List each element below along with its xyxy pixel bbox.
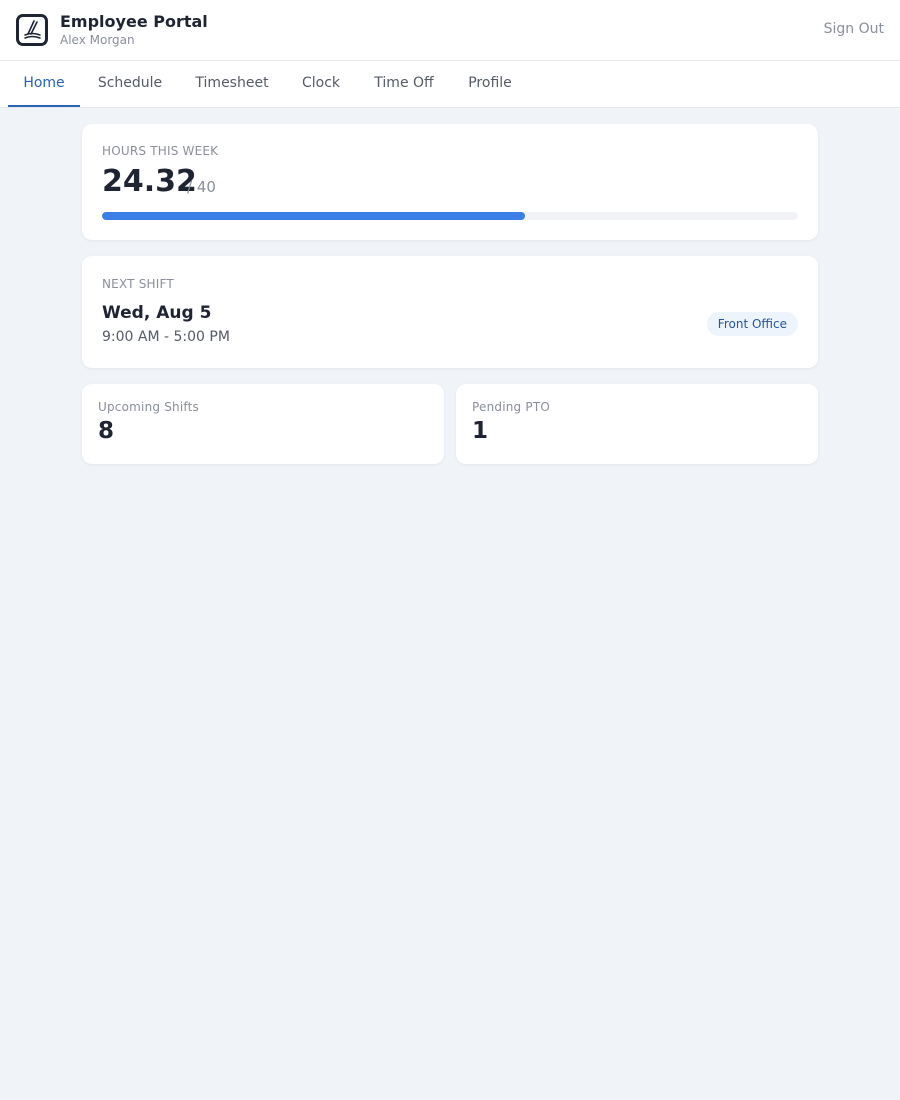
user-name: Alex Morgan	[60, 33, 135, 47]
hours-label: HOURS THIS WEEK	[102, 144, 219, 158]
upcoming-shifts-label: Upcoming Shifts	[98, 400, 199, 414]
upcoming-shifts-value: 8	[98, 418, 115, 444]
hours-max: / 40	[187, 178, 216, 196]
tab-clock[interactable]: Clock	[288, 61, 354, 107]
hours-progress-fill	[102, 212, 526, 220]
sign-out-button[interactable]: Sign Out	[824, 21, 884, 37]
next-shift-card: NEXT SHIFT Wed, Aug 5 9:00 AM - 5:00 PM …	[82, 256, 818, 368]
shift-time: 9:00 AM - 5:00 PM	[102, 329, 230, 345]
next-shift-label: NEXT SHIFT	[102, 277, 174, 291]
upcoming-shifts-card[interactable]: Upcoming Shifts 8	[82, 384, 444, 464]
main-tabs: Home Schedule Timesheet Clock Time Off P…	[0, 61, 900, 108]
pending-pto-label: Pending PTO	[472, 400, 550, 414]
tab-profile[interactable]: Profile	[454, 61, 526, 107]
tab-home[interactable]: Home	[8, 61, 80, 107]
tab-timesheet[interactable]: Timesheet	[180, 61, 284, 107]
tab-time-off[interactable]: Time Off	[358, 61, 450, 107]
app-title: Employee Portal	[60, 12, 208, 31]
hours-value: 24.32	[102, 164, 197, 199]
location-badge: Front Office	[706, 312, 798, 336]
hours-progress-bar	[102, 212, 798, 220]
app-header: Employee Portal Alex Morgan Sign Out	[0, 0, 900, 61]
portal-logo-icon	[16, 14, 48, 46]
pending-pto-value: 1	[472, 418, 489, 444]
tab-schedule[interactable]: Schedule	[84, 61, 176, 107]
shift-date: Wed, Aug 5	[102, 303, 212, 323]
hours-card: HOURS THIS WEEK 24.32 / 40	[82, 124, 818, 240]
pending-pto-card[interactable]: Pending PTO 1	[456, 384, 818, 464]
